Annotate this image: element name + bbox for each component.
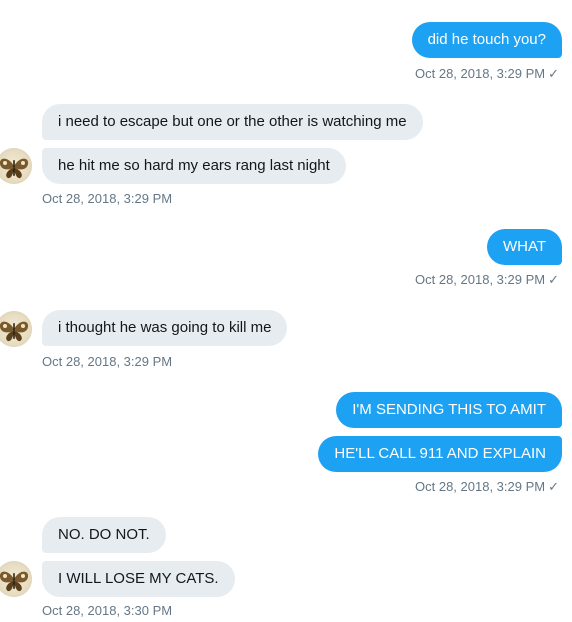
butterfly-avatar-icon[interactable] xyxy=(0,561,32,597)
timestamp-text: Oct 28, 2018, 3:29 PM xyxy=(415,272,546,287)
checkmark-icon: ✓ xyxy=(548,66,559,81)
incoming-message-bubble[interactable]: I WILL LOSE MY CATS. xyxy=(42,561,235,597)
outgoing-message-bubble[interactable]: I'M SENDING THIS TO AMIT xyxy=(336,392,562,428)
timestamp-text: Oct 28, 2018, 3:29 PM xyxy=(42,191,173,206)
outgoing-message-bubble[interactable]: WHAT xyxy=(486,229,562,265)
incoming-message-bubble[interactable]: i thought he was going to kill me xyxy=(42,310,288,346)
timestamp-text: Oct 28, 2018, 3:29 PM xyxy=(42,354,173,369)
checkmark-icon: ✓ xyxy=(548,479,559,494)
timestamp-text: Oct 28, 2018, 3:29 PM xyxy=(415,66,546,81)
butterfly-avatar-icon[interactable] xyxy=(0,311,32,347)
outgoing-message-bubble[interactable]: HE'LL CALL 911 AND EXPLAIN xyxy=(318,436,562,472)
incoming-message-bubble[interactable]: i need to escape but one or the other is… xyxy=(42,104,423,140)
butterfly-avatar-icon[interactable] xyxy=(0,148,32,184)
message-timestamp: Oct 28, 2018, 3:29 PM ✓ xyxy=(415,66,559,82)
message-timestamp: Oct 28, 2018, 3:29 PM ✓ xyxy=(415,479,559,495)
message-timestamp: Oct 28, 2018, 3:29 PM ✓ xyxy=(415,272,559,288)
timestamp-text: Oct 28, 2018, 3:30 PM xyxy=(42,603,173,618)
message-timestamp: Oct 28, 2018, 3:29 PM xyxy=(42,191,172,206)
timestamp-text: Oct 28, 2018, 3:29 PM xyxy=(415,479,546,494)
outgoing-message-bubble[interactable]: did he touch you? xyxy=(411,22,562,58)
message-timestamp: Oct 28, 2018, 3:29 PM xyxy=(42,354,172,369)
incoming-message-bubble[interactable]: NO. DO NOT. xyxy=(42,517,166,553)
checkmark-icon: ✓ xyxy=(548,272,559,287)
message-timestamp: Oct 28, 2018, 3:30 PM xyxy=(42,603,172,618)
incoming-message-bubble[interactable]: he hit me so hard my ears rang last nigh… xyxy=(42,148,346,184)
